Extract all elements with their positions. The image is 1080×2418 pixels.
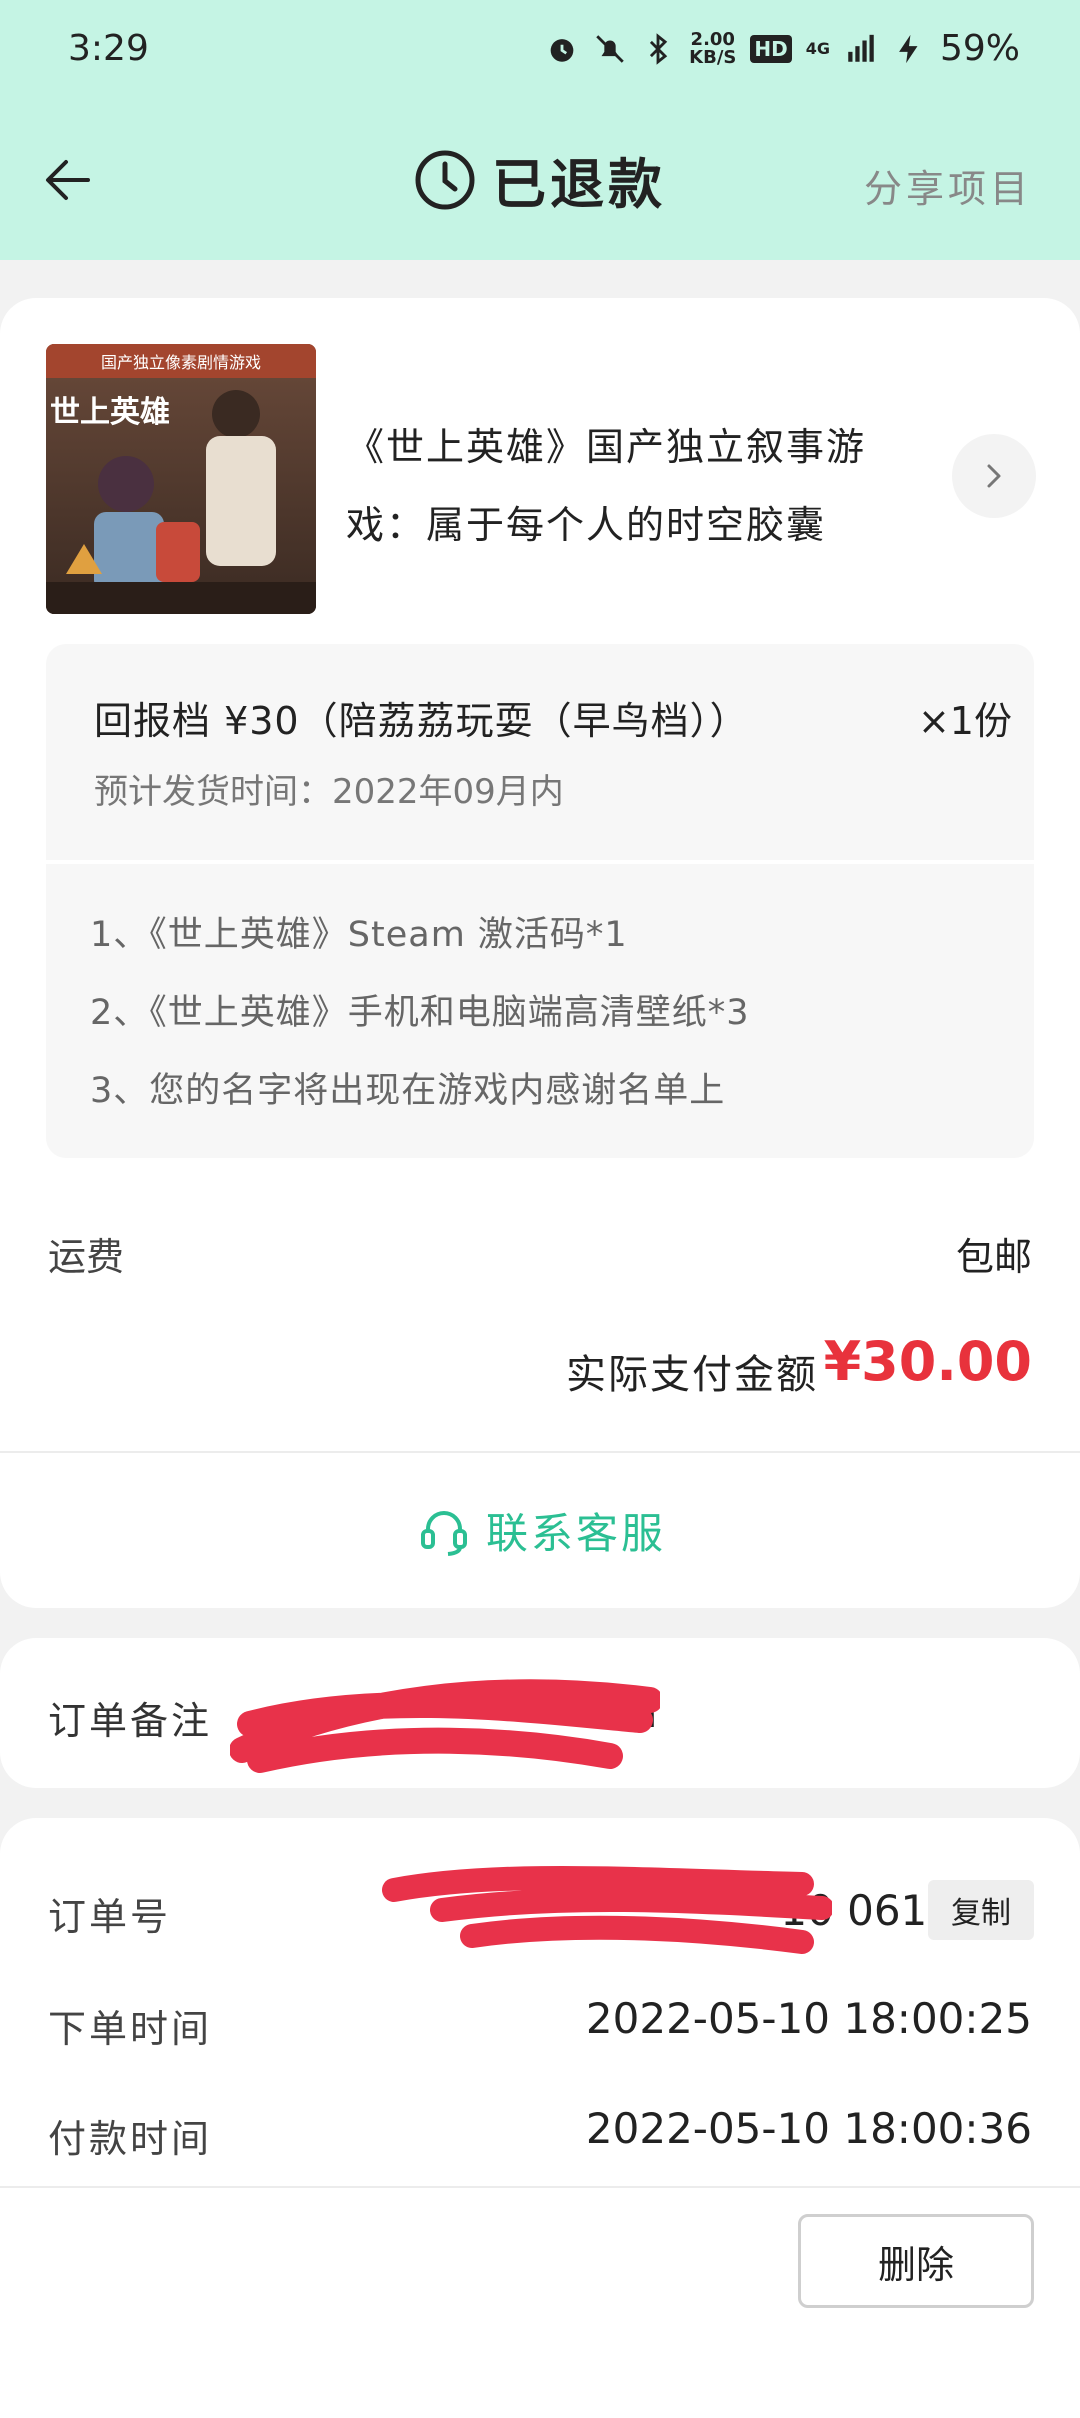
reward-tier-label: 回报档 ¥30（陪荔荔玩耍（早鸟档）） — [94, 699, 749, 743]
paid-amount-label: 实际支付金额 — [566, 1352, 818, 1398]
mute-icon — [596, 34, 624, 63]
paid-amount-value: ¥30.00 — [823, 1330, 1032, 1393]
clock-icon — [415, 150, 475, 209]
reward-item: 3、您的名字将出现在游戏内感谢名单上 — [90, 1071, 726, 1111]
battery-level: 59% — [939, 28, 1020, 69]
status-icons: 2.00 KB/S HD 4G 59% — [545, 28, 1020, 69]
cover-subtitle: 国产独立像素剧情游戏 — [101, 353, 261, 372]
copy-order-number-button[interactable]: 复制 — [928, 1880, 1034, 1940]
payment-time-value: 2022-05-10 18:00:36 — [585, 2104, 1032, 2153]
reward-tier-box — [46, 644, 1034, 860]
order-time-label: 下单时间 — [48, 2007, 213, 2051]
chevron-right-icon — [987, 464, 1001, 488]
freight-label: 运费 — [48, 1235, 125, 1279]
delete-order-button[interactable]: 删除 — [798, 2214, 1034, 2308]
order-remark-label: 订单备注 — [48, 1699, 213, 1743]
divider — [0, 2186, 1080, 2188]
estimated-ship-time: 预计发货时间：2022年09月内 — [94, 772, 564, 812]
reward-item: 2、《世上英雄》手机和电脑端高清壁纸*3 — [90, 993, 750, 1033]
contact-service-button[interactable]: 联系客服 — [0, 1500, 1080, 1561]
contact-service-label: 联系客服 — [485, 1509, 666, 1558]
signal-icon — [848, 34, 874, 62]
status-time: 3:29 — [68, 28, 149, 69]
product-cover-image[interactable]: 国产独立像素剧情游戏 世上英雄 — [46, 344, 316, 614]
charging-icon — [899, 34, 918, 63]
freight-value: 包邮 — [955, 1235, 1032, 1279]
product-title[interactable]: 《世上英雄》国产独立叙事游戏：属于每个人的时空胶囊 — [346, 408, 906, 564]
divider — [0, 1451, 1080, 1453]
cover-title: 世上英雄 — [50, 395, 170, 430]
network-type: 4G — [805, 39, 830, 58]
reward-item: 1、《世上英雄》Steam 激活码*1 — [90, 915, 628, 955]
network-speed: 2.00 KB/S — [689, 28, 737, 68]
title-text: 已退款 — [492, 153, 666, 216]
redaction-scribble — [230, 1679, 660, 1773]
bluetooth-icon — [650, 32, 668, 65]
headset-icon — [420, 1510, 467, 1556]
share-project-button[interactable]: 分享项目 — [864, 158, 1032, 213]
product-detail-button[interactable] — [952, 434, 1036, 518]
order-time-value: 2022-05-10 18:00:25 — [585, 1994, 1032, 2043]
hd-icon: HD — [750, 34, 792, 63]
payment-time-label: 付款时间 — [48, 2117, 213, 2161]
redaction-scribble — [382, 1865, 832, 1954]
order-number-label: 订单号 — [48, 1895, 172, 1939]
reward-tier-quantity: ×1份 — [917, 699, 1012, 743]
alarm-icon — [550, 38, 574, 62]
